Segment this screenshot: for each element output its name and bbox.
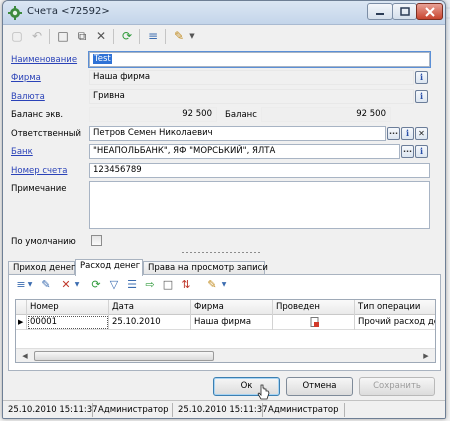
column-header-posted[interactable]: Проведен [273, 300, 355, 315]
account-number-label[interactable]: Номер счета [11, 166, 67, 176]
tab-view-rights[interactable]: Права на просмотр записи [143, 261, 268, 275]
name-input[interactable]: Test [88, 51, 431, 68]
close-button[interactable] [416, 3, 443, 20]
refresh-icon[interactable]: ⟳ [89, 278, 103, 292]
note-textarea[interactable] [89, 181, 430, 229]
scroll-right-icon[interactable]: ▶ [419, 350, 433, 362]
responsible-field[interactable]: Петров Семен Николаевич [89, 126, 386, 141]
chevron-down-icon[interactable]: ▼ [70, 278, 84, 292]
tab-expense[interactable]: Расход денег [75, 259, 143, 276]
expense-tab-panel: ≡ ▼ ✎ ✕ ▼ ⟳ ▽ ☰ ⇨ □ ⇅ ✎ ▼ Номер Дата Фир… [8, 274, 441, 371]
default-label: По умолчанию [11, 237, 76, 247]
refresh-icon[interactable]: ⟳ [119, 28, 135, 44]
info-icon[interactable]: i [415, 145, 428, 158]
main-toolbar: ▢ ↶ □ ⧉ ✕ ⟳ ≡ ✎ ▼ [7, 26, 441, 47]
toolbar-separator [165, 29, 166, 44]
table-row[interactable]: ▶ 00001 25.10.2010 Наша фирма Прочий рас… [16, 315, 435, 330]
gear-icon [8, 6, 22, 20]
toolbar-separator [139, 29, 140, 44]
minimize-button[interactable] [367, 3, 393, 20]
clear-icon[interactable]: ✕ [415, 127, 428, 140]
maximize-button[interactable] [392, 3, 417, 20]
account-window: Счета <72592> ▢ ↶ □ ⧉ ✕ ⟳ ≡ ✎ ▼ Наименов… [2, 0, 446, 419]
balance-label: Баланс [225, 110, 257, 120]
balance-eq-value: 92 500 [89, 107, 217, 122]
close-icon [424, 7, 435, 17]
tree-icon[interactable]: ☰ [125, 278, 139, 292]
maximize-icon [399, 7, 410, 16]
splitter-handle[interactable] [181, 251, 261, 254]
firm-field[interactable]: Наша фирма [89, 70, 414, 85]
bank-field[interactable]: "НЕАПОЛЬБАНК", ЯФ "МОРСЬКИЙ", ЯЛТА [89, 144, 400, 159]
info-icon[interactable]: i [415, 71, 428, 84]
filter-icon[interactable]: ▽ [107, 278, 121, 292]
bank-label[interactable]: Банк [11, 147, 33, 157]
select-dots-icon[interactable]: ... [401, 145, 414, 158]
currency-label[interactable]: Валюта [11, 92, 45, 102]
created-by: Администратор [95, 403, 173, 417]
default-checkbox[interactable] [91, 235, 102, 246]
tab-income[interactable]: Приход денег [8, 261, 75, 275]
row-indicator-header [16, 300, 27, 315]
name-label[interactable]: Наименование [11, 55, 77, 65]
edit-icon[interactable]: ✎ [39, 278, 53, 292]
chevron-down-icon[interactable]: ▼ [23, 278, 37, 292]
save-button[interactable]: Сохранить [359, 377, 435, 396]
copy-icon[interactable]: ⧉ [74, 28, 90, 44]
scroll-left-icon[interactable]: ◀ [18, 350, 32, 362]
column-header-operation-type[interactable]: Тип операции [355, 300, 435, 315]
cancel-button[interactable]: Отмена [286, 377, 353, 396]
expense-grid: Номер Дата Фирма Проведен Тип операции ▶… [15, 299, 436, 363]
cell-operation-type[interactable]: Прочий расход ден [355, 315, 435, 330]
status-bar: 25.10.2010 15:11:37 Администратор 25.10.… [3, 400, 445, 418]
scroll-thumb[interactable] [34, 351, 214, 361]
responsible-label: Ответственный [11, 129, 82, 139]
new-document-icon[interactable]: □ [55, 28, 71, 44]
undo-icon[interactable]: ↶ [29, 28, 45, 44]
info-icon[interactable]: i [401, 127, 414, 140]
balance-eq-label: Баланс экв. [11, 110, 64, 120]
balance-value: 92 500 [261, 107, 391, 122]
cell-firm[interactable]: Наша фирма [191, 315, 273, 330]
chevron-down-icon[interactable]: ▼ [217, 278, 231, 292]
posted-document-icon [310, 317, 319, 327]
note-label: Примечание [11, 184, 67, 194]
delete-icon[interactable]: ✕ [93, 28, 109, 44]
horizontal-scrollbar[interactable]: ◀ ▶ [16, 348, 435, 362]
select-dots-icon[interactable]: ... [387, 127, 400, 140]
chevron-down-icon[interactable]: ▼ [184, 28, 200, 44]
toolbar-separator [113, 29, 114, 44]
cell-date[interactable]: 25.10.2010 [109, 315, 191, 330]
firm-label[interactable]: Фирма [11, 73, 41, 83]
sort-icon[interactable]: ⇅ [179, 278, 193, 292]
save-icon[interactable]: ▢ [9, 28, 25, 44]
account-number-input[interactable]: 123456789 [89, 163, 430, 178]
document-icon[interactable]: □ [161, 278, 175, 292]
window-title: Счета <72592> [27, 6, 110, 17]
cell-number[interactable]: 00001 [27, 315, 109, 330]
row-pointer-icon: ▶ [16, 315, 27, 330]
currency-field[interactable]: Гривна [89, 89, 414, 104]
grid-header: Номер Дата Фирма Проведен Тип операции [16, 300, 435, 315]
modified-timestamp: 25.10.2010 15:11:37 [175, 403, 268, 417]
info-icon[interactable]: i [415, 90, 428, 103]
modified-by: Администратор [265, 403, 345, 417]
column-header-firm[interactable]: Фирма [191, 300, 273, 315]
minimize-icon [376, 13, 384, 15]
title-bar[interactable]: Счета <72592> [3, 1, 445, 25]
export-icon[interactable]: ⇨ [143, 278, 157, 292]
column-header-number[interactable]: Номер [27, 300, 109, 315]
structure-icon[interactable]: ≡ [145, 28, 161, 44]
column-header-date[interactable]: Дата [109, 300, 191, 315]
created-timestamp: 25.10.2010 15:11:37 [5, 403, 98, 417]
cell-posted[interactable] [273, 315, 355, 330]
toolbar-separator [49, 29, 50, 44]
